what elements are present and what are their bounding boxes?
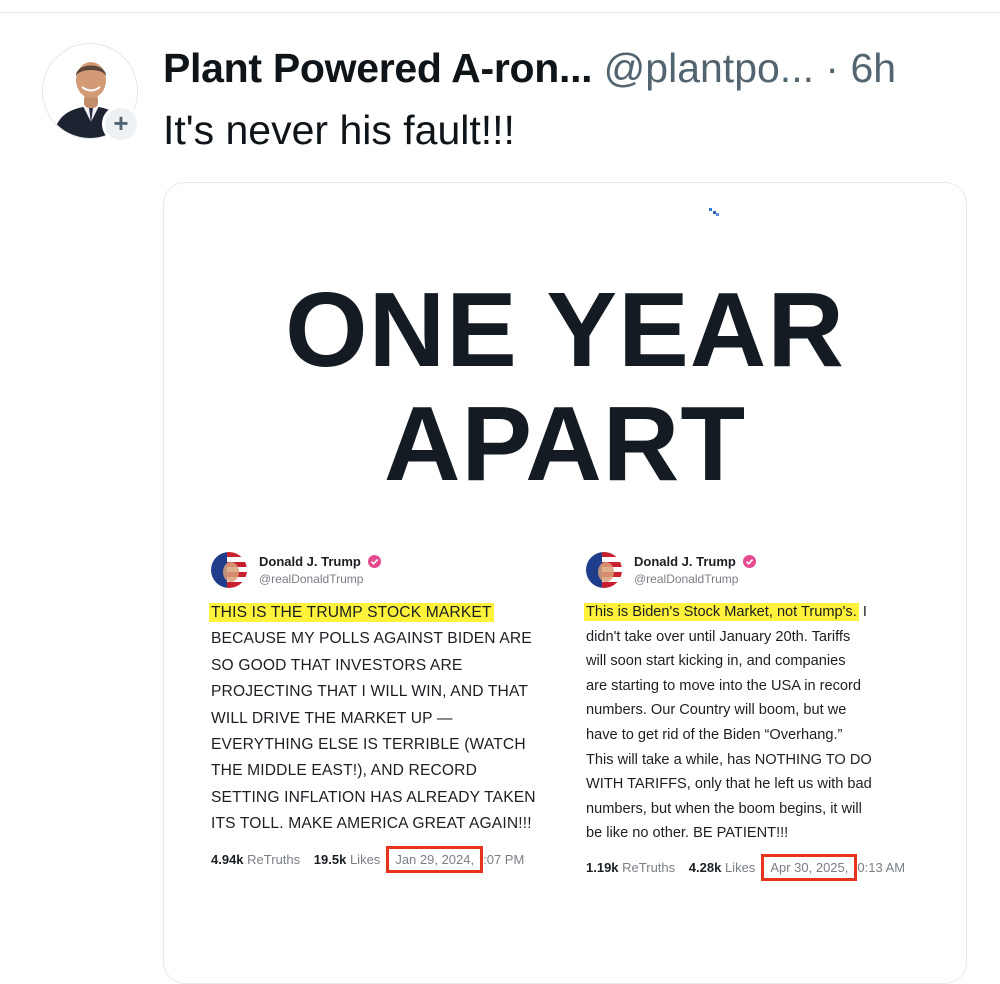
truth-line: have to get rid of the Biden “Overhang.” [586,726,843,743]
post-media-image[interactable]: ONE YEAR APART Donald J. Trump @realDona… [163,182,967,984]
truth-body: This is Biden's Stock Market, not Trump'… [584,600,931,846]
author-display-name[interactable]: Plant Powered A-ron... [163,45,593,91]
post-timestamp[interactable]: 6h [850,45,896,91]
truth-line: ITS TOLL. MAKE AMERICA GREAT AGAIN!!! [211,815,532,833]
truth-line: numbers, but when the boom begins, it wi… [586,800,862,817]
post-date: Apr 30, 2025, [770,860,849,875]
truth-line: THE MIDDLE EAST!), AND RECORD [211,762,478,780]
likes-label: Likes [724,860,756,875]
truth-stats: 1.19k ReTruths 4.28k Likes Apr 30, 2025, 0… [586,854,905,881]
retruths-label: ReTruths [622,860,676,875]
flag-avatar-icon [211,552,247,588]
retruths-label: ReTruths [247,852,301,867]
truth-line: SETTING INFLATION HAS ALREADY TAKEN [211,788,536,806]
truth-line-rest: I [858,604,867,620]
truth-line: EVERYTHING ELSE IS TERRIBLE (WATCH [211,736,526,754]
retruths-count: 1.19k [586,860,619,875]
truth-line: PROJECTING THAT I WILL WIN, AND THAT [211,683,529,701]
likes-count: 4.28k [688,860,722,875]
retruths-count: 4.94k [211,852,244,867]
highlighted-text: THIS IS THE TRUMP STOCK MARKET [209,603,494,622]
truth-line: will soon start kicking in, and companie… [586,653,846,670]
truth-author-handle: @realDonaldTrump [634,572,739,586]
likes-count: 19.5k [313,852,347,867]
truth-line: SO GOOD THAT INVESTORS ARE [211,656,463,674]
likes-label: Likes [349,852,381,867]
post-text: It's never his fault!!! [163,107,515,153]
headline-line-2: APART [383,385,747,503]
date-highlight-box: Jan 29, 2024, [386,846,484,873]
highlighted-text: This is Biden's Stock Market, not Trump'… [584,603,859,621]
author-handle[interactable]: @plantpo... [604,45,814,91]
verified-badge-icon [368,555,382,568]
truth-line: WILL DRIVE THE MARKET UP — [211,709,453,727]
flag-avatar-icon [586,552,622,588]
verified-badge-icon [743,555,757,568]
post-date: Jan 29, 2024, [395,852,475,867]
truth-body: THIS IS THE TRUMP STOCK MARKET BECAUSE M… [209,600,581,838]
header-separator: · [825,45,840,91]
truth-author-name: Donald J. Trump [259,554,382,569]
truth-line: This will take a while, has NOTHING TO D… [586,751,872,768]
truth-line: BECAUSE MY POLLS AGAINST BIDEN ARE [211,630,532,648]
truth-author-name: Donald J. Trump [634,554,757,569]
truth-author-handle: @realDonaldTrump [259,572,364,586]
truth-line: didn't take over until January 20th. Tar… [586,628,851,645]
post-time: :07 PM [483,852,525,867]
date-highlight-box: Apr 30, 2025, [761,854,858,881]
author-avatar-button[interactable]: + [42,43,140,143]
headline-line-1: ONE YEAR [285,271,845,389]
truth-line: numbers. Our Country will boom, but we [586,702,847,719]
image-artifact-icon [709,208,719,216]
truth-stats: 4.94k ReTruths 19.5k Likes Jan 29, 2024,:… [211,846,524,873]
truth-line: WITH TARIFFS, only that he left us with … [586,776,872,793]
truth-line: be like no other. BE PATIENT!!! [586,825,789,842]
top-divider [0,0,1000,13]
post-header: Plant Powered A-ron... @plantpo... · 6h [163,42,896,94]
follow-plus-icon[interactable]: + [102,105,140,143]
post-time: 0:13 AM [857,860,906,875]
truth-line: are starting to move into the USA in rec… [586,677,861,694]
